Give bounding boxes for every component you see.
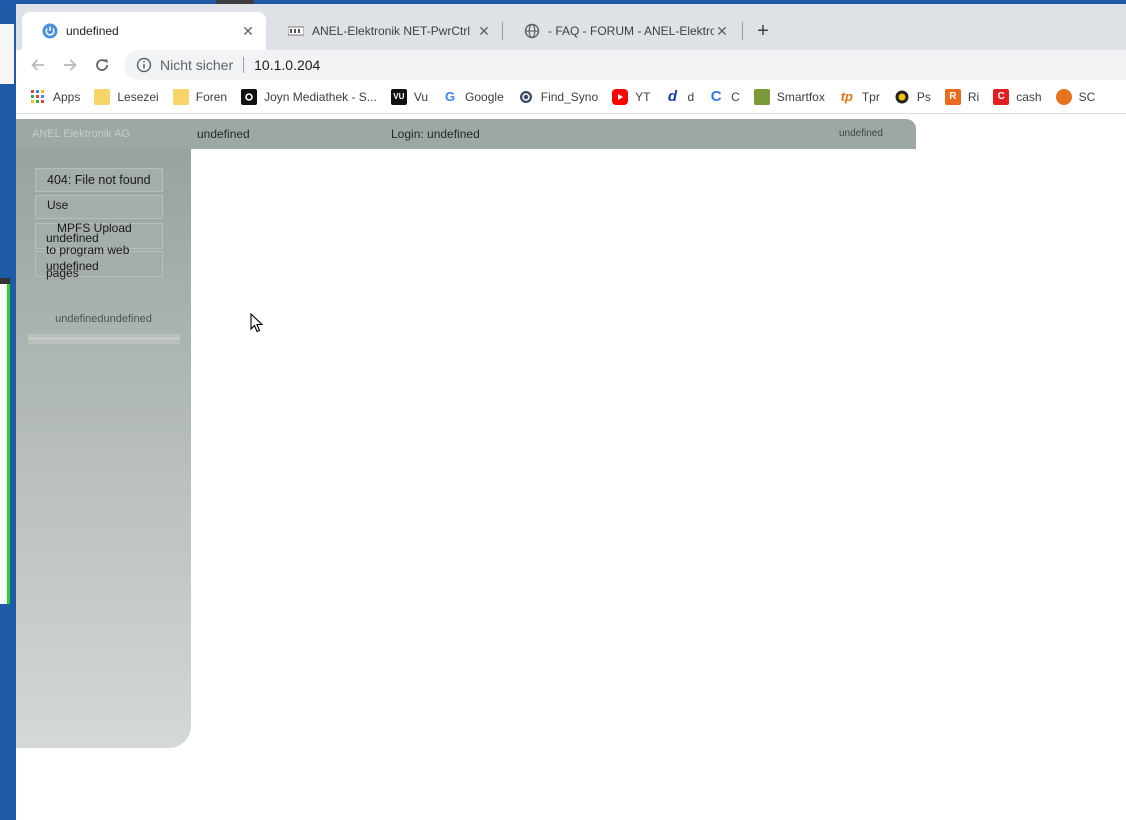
bookmark-label: SC bbox=[1078, 89, 1096, 104]
tab-title: ANEL-Elektronik NET-PwrCtrl bbox=[312, 24, 471, 38]
url-text[interactable]: 10.1.0.204 bbox=[254, 57, 320, 73]
background-window-snippet bbox=[0, 24, 14, 84]
mpfs-text-line2: to program web bbox=[46, 243, 130, 257]
bookmark-label: C bbox=[731, 89, 740, 104]
bookmark-tpr[interactable]: tp Tpr bbox=[839, 89, 880, 105]
close-icon[interactable]: ✕ bbox=[476, 23, 492, 39]
sidebar-footer: undefinedundefined bbox=[55, 313, 152, 325]
bookmark-joyn[interactable]: Joyn Mediathek - S... bbox=[241, 88, 377, 105]
c-icon: C bbox=[710, 88, 722, 105]
sidebar-bar-line bbox=[28, 338, 180, 339]
bookmark-label: d bbox=[687, 89, 695, 104]
bookmark-label: Smartfox bbox=[776, 89, 825, 104]
bookmark-label: Joyn Mediathek - S... bbox=[264, 89, 377, 104]
bookmark-apps[interactable]: Apps bbox=[30, 89, 80, 105]
folder-icon bbox=[94, 88, 111, 105]
reload-icon[interactable] bbox=[90, 53, 114, 77]
tab-undefined[interactable]: undefined ✕ bbox=[22, 12, 266, 50]
sidebar-item-use[interactable]: Use bbox=[35, 195, 163, 219]
back-arrow-icon[interactable] bbox=[26, 53, 50, 77]
apps-grid-icon bbox=[30, 89, 46, 105]
cash-icon: C bbox=[993, 88, 1010, 105]
tab-strip: undefined ✕ ANEL-Elektronik NET-PwrCtrl … bbox=[16, 4, 1126, 50]
bookmark-c[interactable]: C C bbox=[708, 88, 740, 105]
sidebar-bar bbox=[28, 333, 180, 345]
background-window-green-border bbox=[0, 284, 10, 604]
bookmark-cash[interactable]: C cash bbox=[993, 88, 1042, 105]
tab-title: - FAQ - FORUM - ANEL-Elektronik bbox=[548, 24, 714, 38]
sidebar-divider bbox=[30, 300, 178, 301]
security-label[interactable]: Nicht sicher bbox=[160, 57, 233, 73]
ps-icon bbox=[894, 89, 910, 105]
close-icon[interactable]: ✕ bbox=[240, 23, 256, 39]
browser-toolbar: Nicht sicher 10.1.0.204 bbox=[16, 50, 1126, 80]
page-content: ANEL Elektronik AG undefined Login: unde… bbox=[16, 115, 1126, 820]
tab-anel-netpwrctrl[interactable]: ANEL-Elektronik NET-PwrCtrl ✕ bbox=[268, 12, 502, 50]
bookmark-label: YT bbox=[635, 89, 651, 104]
bookmarks-bar: Apps Lesezei Foren Joyn Mediathek - S...… bbox=[16, 80, 1126, 114]
header-info: undefined bbox=[839, 128, 883, 139]
globe-icon bbox=[524, 23, 540, 39]
youtube-icon bbox=[612, 88, 629, 105]
bookmark-sc[interactable]: SC bbox=[1055, 88, 1096, 105]
bookmark-label: Lesezei bbox=[117, 89, 159, 104]
google-icon: G bbox=[444, 89, 456, 104]
mouse-cursor-icon bbox=[250, 312, 264, 333]
login-status: Login: undefined bbox=[391, 127, 480, 141]
info-icon[interactable] bbox=[136, 57, 152, 73]
bookmark-find-syno[interactable]: Find_Syno bbox=[518, 89, 598, 105]
address-divider bbox=[243, 57, 245, 73]
bookmark-label: Google bbox=[465, 89, 504, 104]
sidebar: 404: File not found Use MPFS Upload unde… bbox=[16, 149, 191, 748]
bookmark-vu[interactable]: VU Vu bbox=[390, 88, 429, 105]
bookmark-google[interactable]: G Google bbox=[442, 89, 504, 105]
bookmark-foren[interactable]: Foren bbox=[172, 88, 228, 105]
sidebar-item-404[interactable]: 404: File not found bbox=[35, 168, 163, 192]
tab-title: undefined bbox=[66, 24, 119, 38]
bookmark-label: Vu bbox=[413, 89, 429, 104]
tab-separator bbox=[502, 22, 503, 40]
smartfox-icon bbox=[753, 88, 770, 105]
bookmark-smartfox[interactable]: Smartfox bbox=[753, 88, 825, 105]
synology-icon bbox=[518, 89, 534, 105]
address-bar[interactable]: Nicht sicher 10.1.0.204 bbox=[124, 50, 1126, 80]
bookmark-label: Apps bbox=[53, 89, 81, 104]
bookmark-yt[interactable]: YT bbox=[612, 88, 651, 105]
r-icon: R bbox=[944, 88, 961, 105]
bookmark-label: Foren bbox=[195, 89, 228, 104]
tab-faq-forum[interactable]: - FAQ - FORUM - ANEL-Elektronik ✕ bbox=[504, 12, 740, 50]
bookmark-lesezei[interactable]: Lesezei bbox=[94, 88, 159, 105]
close-icon[interactable]: ✕ bbox=[714, 23, 730, 39]
app-header: ANEL Elektronik AG undefined Login: unde… bbox=[16, 119, 916, 149]
bookmark-label: Ps bbox=[916, 89, 931, 104]
bookmark-ps[interactable]: Ps bbox=[894, 89, 931, 105]
vu-icon: VU bbox=[390, 88, 407, 105]
page-title: undefined bbox=[197, 127, 250, 141]
anel-favicon-icon bbox=[288, 23, 304, 39]
browser-window: undefined ✕ ANEL-Elektronik NET-PwrCtrl … bbox=[16, 4, 1126, 820]
folder-icon bbox=[172, 88, 189, 105]
bookmark-d[interactable]: d d bbox=[664, 88, 695, 105]
sc-icon bbox=[1055, 88, 1072, 105]
bookmark-label: Tpr bbox=[861, 89, 880, 104]
mpfs-text-line3: pages bbox=[46, 266, 79, 280]
bookmark-label: cash bbox=[1016, 89, 1042, 104]
d-icon: d bbox=[667, 88, 678, 105]
company-name: ANEL Elektronik AG bbox=[32, 128, 131, 140]
tab-separator bbox=[742, 22, 743, 40]
bookmark-label: Find_Syno bbox=[540, 89, 599, 104]
bookmark-ri[interactable]: R Ri bbox=[944, 88, 980, 105]
forward-arrow-icon[interactable] bbox=[58, 53, 82, 77]
bookmark-label: Ri bbox=[967, 89, 980, 104]
desktop-background-left bbox=[0, 0, 16, 820]
joyn-icon bbox=[241, 88, 258, 105]
power-icon bbox=[42, 23, 58, 39]
new-tab-button[interactable]: + bbox=[751, 19, 775, 43]
tp-icon: tp bbox=[840, 89, 853, 104]
